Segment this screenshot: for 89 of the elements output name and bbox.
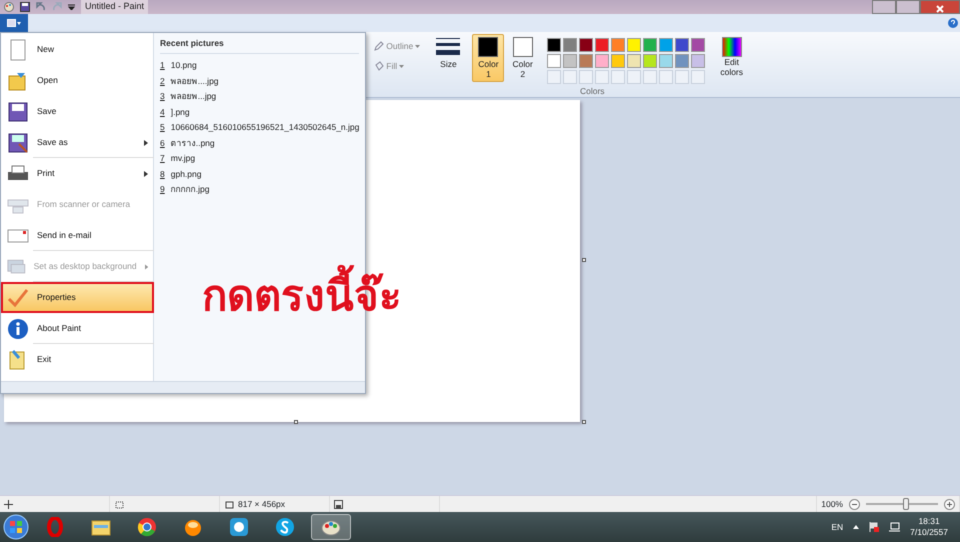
letter-o-icon bbox=[45, 517, 65, 537]
clock-time[interactable]: 18:31 bbox=[918, 516, 940, 527]
close-button[interactable] bbox=[920, 0, 960, 14]
checkmark-icon bbox=[7, 286, 29, 308]
color-swatch[interactable] bbox=[594, 38, 609, 52]
color-swatch[interactable] bbox=[690, 38, 705, 52]
close-icon bbox=[936, 4, 944, 13]
color-swatch[interactable] bbox=[658, 54, 673, 68]
recent-file-item[interactable]: 5 10660684_516010655196521_1430502645_n.jpg bbox=[160, 120, 360, 136]
menu-icon bbox=[7, 18, 21, 27]
restore-button[interactable] bbox=[896, 0, 920, 14]
color-swatch[interactable] bbox=[578, 54, 593, 68]
network-icon bbox=[889, 522, 900, 532]
resize-handle[interactable] bbox=[582, 258, 586, 262]
zoom-level-text: 100% bbox=[821, 498, 843, 510]
flag-error-icon bbox=[869, 522, 880, 532]
color-swatch[interactable] bbox=[578, 38, 593, 52]
save-icon bbox=[20, 2, 30, 12]
redo-icon bbox=[52, 2, 62, 12]
minimize-button[interactable] bbox=[872, 0, 896, 14]
caret-icon bbox=[415, 44, 420, 48]
window-title: Untitled - Paint bbox=[81, 0, 148, 14]
floppy-disk-pen-icon bbox=[7, 132, 29, 154]
color-swatch[interactable] bbox=[610, 54, 625, 68]
color-swatch[interactable] bbox=[642, 54, 657, 68]
submenu-arrow-icon bbox=[144, 170, 148, 176]
bucket-icon bbox=[374, 61, 384, 72]
menu-item[interactable]: Properties bbox=[1, 282, 154, 313]
color-swatch[interactable] bbox=[674, 54, 689, 68]
info-icon bbox=[7, 318, 29, 340]
pencil-icon bbox=[374, 41, 384, 52]
color-swatch[interactable] bbox=[690, 54, 705, 68]
help-icon bbox=[948, 18, 958, 28]
recent-file-item[interactable]: 1 10.png bbox=[160, 58, 360, 74]
color-swatch[interactable] bbox=[562, 38, 577, 52]
plus-icon bbox=[945, 500, 954, 508]
rainbow-swatch-icon bbox=[722, 37, 742, 57]
zoom-in-button[interactable] bbox=[944, 498, 955, 510]
submenu-arrow-icon bbox=[144, 264, 148, 270]
file-menu-button[interactable] bbox=[0, 14, 28, 32]
group-label: Colors bbox=[580, 85, 605, 98]
color-swatch[interactable] bbox=[546, 54, 561, 68]
color-swatch[interactable] bbox=[594, 54, 609, 68]
menu-item[interactable]: Save bbox=[1, 96, 154, 127]
color-swatch[interactable] bbox=[642, 38, 657, 52]
resize-handle[interactable] bbox=[582, 420, 586, 424]
color-slot-button[interactable]: Color 2 bbox=[506, 34, 539, 82]
recent-file-item[interactable]: 9 กกกกก.jpg bbox=[160, 182, 360, 198]
edit-colors-button[interactable]: Edit colors bbox=[712, 34, 751, 80]
tray-caret-icon bbox=[853, 525, 860, 529]
recent-pictures-heading: Recent pictures bbox=[160, 35, 360, 54]
image-size-text: 817 × 456px bbox=[238, 498, 286, 510]
recent-file-item[interactable]: 3 พลอยพ...jpg bbox=[160, 88, 360, 104]
color-slot-button[interactable]: Color 1 bbox=[472, 34, 504, 82]
browser-circle-icon bbox=[137, 517, 157, 537]
color-swatch[interactable] bbox=[562, 54, 577, 68]
recent-file-item[interactable]: 7 mv.jpg bbox=[160, 150, 360, 166]
resize-handle[interactable] bbox=[294, 420, 298, 424]
selection-size-icon bbox=[114, 500, 124, 508]
paint-palette-icon bbox=[4, 2, 14, 12]
recent-file-item[interactable]: 4 ].png bbox=[160, 104, 360, 120]
annotation-text: กดตรงนี้จ๊ะ bbox=[198, 262, 406, 330]
start-orb-icon bbox=[3, 514, 29, 540]
menu-item[interactable]: Exit bbox=[1, 344, 154, 375]
menu-item[interactable]: Open bbox=[1, 65, 154, 96]
language-indicator[interactable]: EN bbox=[831, 520, 844, 534]
customize-caret-icon bbox=[68, 4, 75, 10]
menu-item[interactable]: New bbox=[1, 34, 154, 65]
zoom-out-button[interactable] bbox=[849, 498, 860, 510]
undo-icon bbox=[36, 2, 46, 12]
color-swatch[interactable] bbox=[626, 54, 641, 68]
caret-icon bbox=[399, 64, 404, 68]
move-cursor-icon bbox=[4, 500, 13, 508]
color-swatch[interactable] bbox=[658, 38, 673, 52]
zoom-slider-thumb[interactable] bbox=[902, 498, 909, 510]
letter-s-icon bbox=[275, 517, 295, 537]
recent-file-item[interactable]: 8 gph.png bbox=[160, 166, 360, 182]
recent-file-item[interactable]: 2 พลอยพ....jpg bbox=[160, 73, 360, 89]
submenu-arrow-icon bbox=[144, 140, 148, 146]
menu-item[interactable]: Print bbox=[1, 158, 154, 189]
color-swatch[interactable] bbox=[610, 38, 625, 52]
image-size-icon bbox=[224, 500, 234, 508]
clock-date[interactable]: 7/10/2557 bbox=[910, 527, 948, 538]
color-swatch[interactable] bbox=[546, 38, 561, 52]
recent-file-item[interactable]: 6 ตาราง..png bbox=[160, 135, 360, 151]
color-swatch[interactable] bbox=[674, 38, 689, 52]
media-player-icon bbox=[183, 517, 203, 537]
size-button[interactable]: Size bbox=[432, 34, 464, 72]
color-swatch[interactable] bbox=[626, 38, 641, 52]
